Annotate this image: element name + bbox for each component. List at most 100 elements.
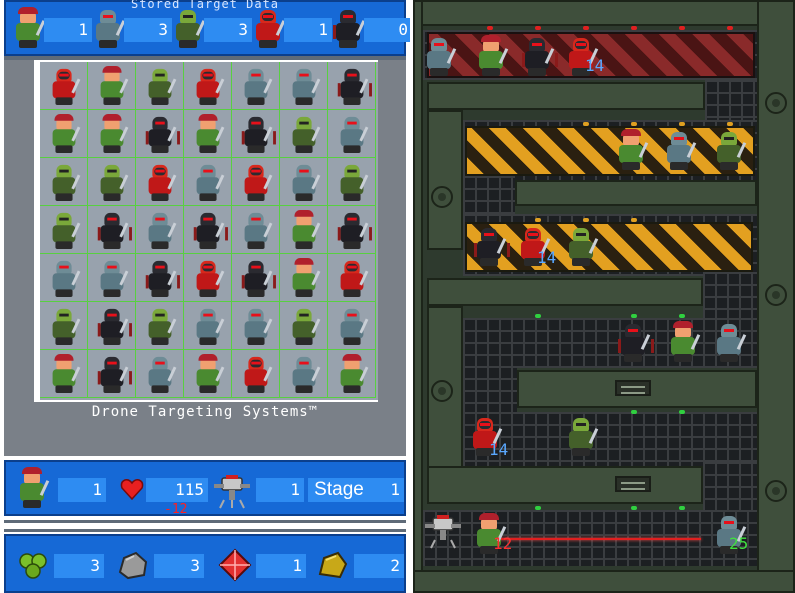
grid-cell[interactable]	[40, 206, 88, 254]
grid-cell[interactable]	[232, 158, 280, 206]
grid-cell[interactable]	[184, 62, 232, 110]
enemy-goblin	[561, 224, 601, 268]
player-drone	[425, 515, 461, 549]
enemy-knight	[419, 34, 459, 78]
grid-cell[interactable]	[328, 158, 376, 206]
grid-cell[interactable]	[232, 206, 280, 254]
grid-cell[interactable]	[328, 350, 376, 398]
vent-1	[615, 380, 651, 396]
grid-cell[interactable]	[88, 110, 136, 158]
grid-cell[interactable]	[232, 110, 280, 158]
grid-cell[interactable]	[280, 158, 328, 206]
porthole	[765, 480, 787, 502]
grid-cell[interactable]	[328, 206, 376, 254]
grid-cell[interactable]	[40, 110, 88, 158]
grid-elf-sprite	[285, 257, 323, 299]
grid-cell[interactable]	[280, 206, 328, 254]
grid-elf-sprite	[45, 113, 83, 155]
grid-cell[interactable]	[136, 254, 184, 302]
grid-elf-sprite	[93, 65, 131, 107]
grid-cell[interactable]	[184, 302, 232, 350]
resource-count-gold: 2	[354, 554, 404, 578]
stored-elf-icon	[8, 6, 48, 50]
grid-cell[interactable]	[280, 302, 328, 350]
damage-label: 14	[585, 56, 605, 75]
grid-cell[interactable]	[328, 302, 376, 350]
grid-cell[interactable]	[40, 350, 88, 398]
ramp-2	[463, 176, 515, 216]
grid-cell[interactable]	[328, 62, 376, 110]
warning-light	[727, 122, 733, 126]
unit-icon	[12, 466, 52, 510]
grid-cell[interactable]	[40, 158, 88, 206]
grid-cell[interactable]	[184, 254, 232, 302]
warning-light	[535, 218, 541, 222]
targeting-panel: Drone Targeting Systems™	[4, 60, 406, 456]
grid-cell[interactable]	[280, 254, 328, 302]
grid-cell[interactable]	[136, 110, 184, 158]
grid-cell[interactable]	[136, 158, 184, 206]
health-value: 115	[146, 478, 208, 502]
grid-cell[interactable]	[88, 62, 136, 110]
grid-cell[interactable]	[136, 62, 184, 110]
grid-cell[interactable]	[88, 158, 136, 206]
grid-cell[interactable]	[184, 110, 232, 158]
status-light	[631, 410, 637, 414]
grid-shadow-sprite	[333, 65, 372, 107]
grid-cell[interactable]	[40, 254, 88, 302]
grid-cell[interactable]	[136, 350, 184, 398]
grid-cell[interactable]	[184, 206, 232, 254]
stored-goblin-icon	[168, 6, 208, 50]
grid-shadow-sprite	[93, 353, 132, 395]
grid-cell[interactable]	[328, 254, 376, 302]
drone-laser	[483, 538, 701, 540]
enemy-goblin	[709, 128, 749, 172]
left-hud: Stored Target Data 13310 Drone Targeting…	[0, 0, 412, 593]
grid-cell[interactable]	[184, 158, 232, 206]
divider	[4, 520, 406, 532]
grid-redmech-sprite	[237, 353, 275, 395]
grid-redmech-sprite	[237, 161, 275, 203]
warning-light	[679, 26, 685, 30]
grid-cell[interactable]	[232, 62, 280, 110]
grid-cell[interactable]	[328, 110, 376, 158]
targeting-grid[interactable]	[40, 62, 378, 400]
grid-cell[interactable]	[136, 302, 184, 350]
lane-3-wall	[427, 278, 703, 306]
lane-2-left-wall	[427, 110, 463, 250]
warning-light	[583, 122, 589, 126]
ramp-4	[463, 366, 517, 414]
stored-target-bar: Stored Target Data 13310	[4, 0, 412, 56]
resource-count-gems: 3	[54, 554, 104, 578]
grid-cell[interactable]	[88, 302, 136, 350]
grid-cell[interactable]	[232, 254, 280, 302]
grid-cell[interactable]	[232, 302, 280, 350]
stage-label: Stage	[308, 478, 370, 502]
game-arena: 14 14 14 12 25	[413, 0, 795, 593]
grid-cell[interactable]	[280, 62, 328, 110]
grid-knight-sprite	[333, 113, 371, 155]
grid-cell[interactable]	[184, 350, 232, 398]
grid-cell[interactable]	[280, 110, 328, 158]
grid-knight-sprite	[189, 305, 227, 347]
warning-light	[631, 26, 637, 30]
vent-2	[615, 476, 651, 492]
stage-value: 1	[370, 478, 404, 502]
warning-light	[631, 122, 637, 126]
grid-shadow-sprite	[141, 257, 180, 299]
warning-light	[535, 26, 541, 30]
grid-cell[interactable]	[280, 350, 328, 398]
grid-elf-sprite	[189, 113, 227, 155]
grid-cell[interactable]	[40, 62, 88, 110]
grid-cell[interactable]	[88, 350, 136, 398]
grid-cell[interactable]	[88, 206, 136, 254]
stone-icon	[118, 551, 148, 580]
status-light	[679, 410, 685, 414]
grid-cell[interactable]	[232, 350, 280, 398]
grid-cell[interactable]	[88, 254, 136, 302]
damage-label: 25	[729, 534, 749, 553]
grid-cell[interactable]	[136, 206, 184, 254]
grid-cell[interactable]	[40, 302, 88, 350]
enemy-elf	[611, 128, 651, 172]
drone-count: 1	[256, 478, 304, 502]
